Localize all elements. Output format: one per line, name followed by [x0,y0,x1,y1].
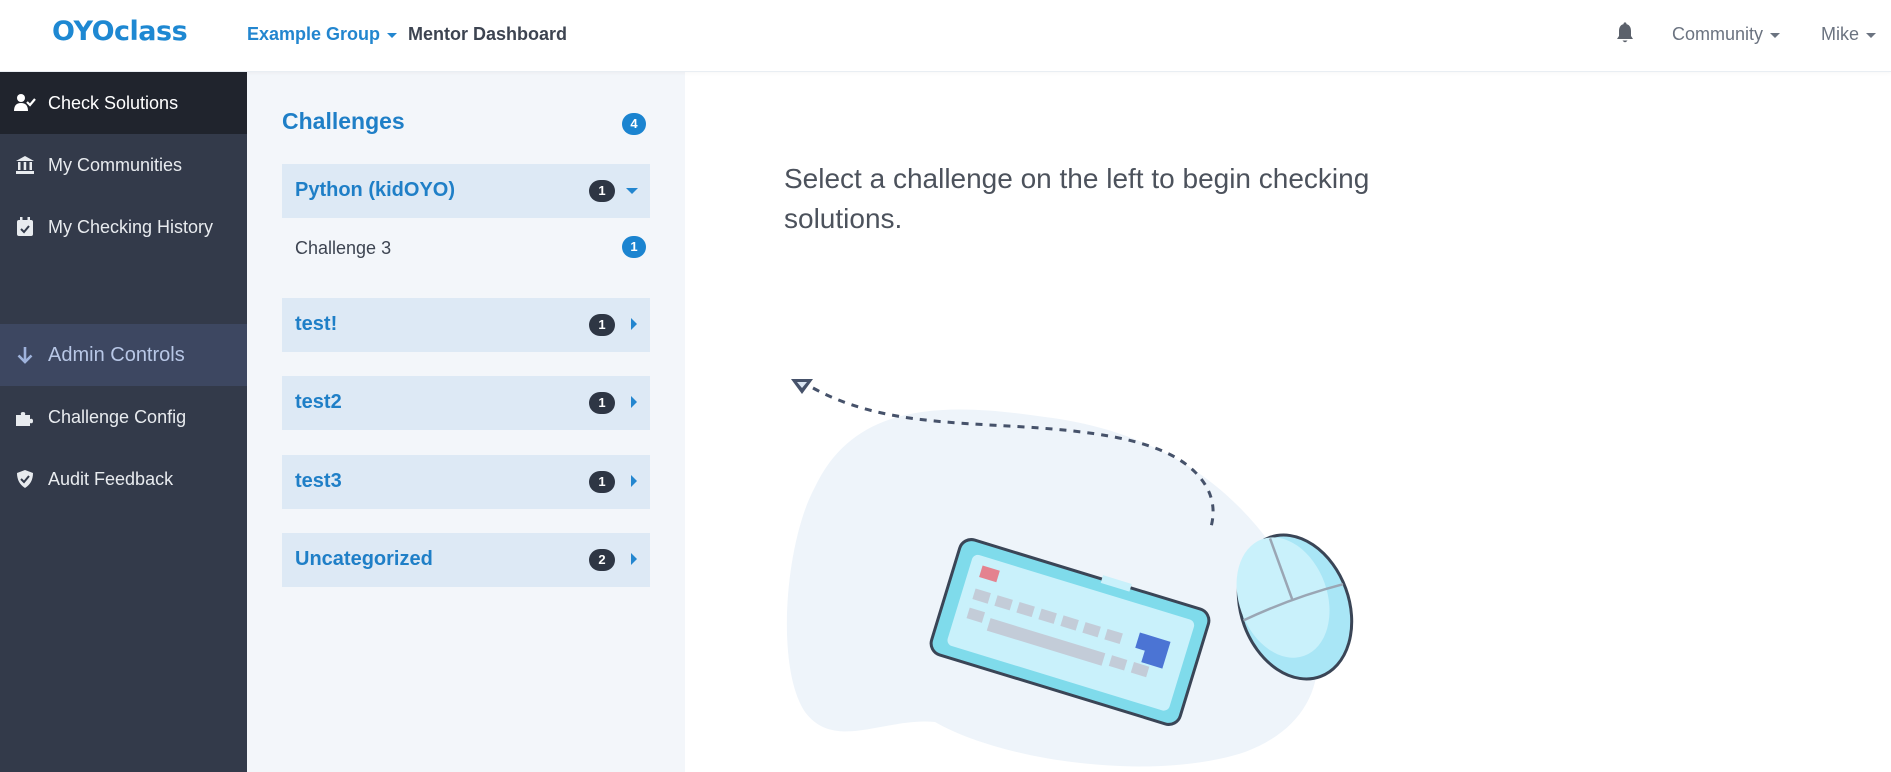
user-menu[interactable]: Mike [1821,24,1877,45]
category-label: test3 [295,470,342,492]
sidebar-item-my-communities[interactable]: My Communities [0,134,247,196]
caret-down-icon [387,32,398,38]
caret-right-icon [631,396,637,408]
institution-icon [14,154,36,176]
challenges-title: Challenges [282,108,405,134]
category-label: test2 [295,391,342,413]
group-selector[interactable]: Example Group [247,24,398,45]
sidebar-item-check-solutions[interactable]: Check Solutions [0,72,247,134]
community-dropdown[interactable]: Community [1672,24,1781,45]
community-dropdown-label: Community [1672,24,1764,44]
challenge-count-badge: 1 [622,236,646,258]
main-content: Select a challenge on the left to begin … [685,72,1891,772]
sidebar-item-label: My Communities [48,154,183,175]
user-check-icon [14,92,36,114]
challenge-item-label: Challenge 3 [295,238,392,258]
category-test3[interactable]: test3 1 [282,455,650,509]
top-navbar: OYOclass Example Group Mentor Dashboard … [0,0,1891,72]
sidebar-admin-controls[interactable]: Admin Controls [0,324,247,386]
caret-down-icon [1866,32,1877,38]
sidebar-item-label: Check Solutions [48,92,179,113]
caret-right-icon [631,475,637,487]
sidebar-item-label: My Checking History [48,216,214,237]
challenges-panel: Challenges 4 Python (kidOYO) 1 Challenge… [247,72,685,772]
sidebar-item-label: Audit Feedback [48,468,174,489]
sidebar-item-label: Challenge Config [48,406,187,427]
sidebar-admin-label: Admin Controls [48,343,185,366]
group-selector-label: Example Group [247,24,381,44]
category-label: Python (kidOYO) [295,179,455,201]
category-test-bang[interactable]: test! 1 [282,298,650,352]
category-count-badge: 2 [589,549,615,571]
category-uncategorized[interactable]: Uncategorized 2 [282,533,650,587]
sidebar-item-my-checking-history[interactable]: My Checking History [0,196,247,258]
challenge-item-challenge-3[interactable]: Challenge 3 1 [282,228,650,268]
category-count-badge: 1 [589,392,615,414]
category-count-badge: 1 [589,471,615,493]
calendar-check-icon [14,216,36,238]
category-python-kidoyo[interactable]: Python (kidOYO) 1 [282,164,650,218]
shield-check-icon [14,468,36,490]
challenges-count-badge: 4 [622,113,646,135]
sidebar-item-audit-feedback[interactable]: Audit Feedback [0,448,247,510]
puzzle-icon [14,406,36,428]
bell-icon[interactable] [1614,22,1636,46]
page-title: Mentor Dashboard [408,24,568,44]
category-label: test! [295,313,338,335]
caret-down-icon [626,188,638,194]
caret-right-icon [631,318,637,330]
user-menu-label: Mike [1821,24,1860,44]
category-label: Uncategorized [295,548,433,570]
category-count-badge: 1 [589,180,615,202]
sidebar: Check Solutions My Communities My Checki… [0,72,247,772]
caret-right-icon [631,553,637,565]
sidebar-item-challenge-config[interactable]: Challenge Config [0,386,247,448]
category-test2[interactable]: test2 1 [282,376,650,430]
category-count-badge: 1 [589,314,615,336]
oyoclass-logo[interactable]: OYOclass [52,16,188,47]
arrow-down-icon [14,344,36,366]
empty-state-message: Select a challenge on the left to begin … [784,163,1370,234]
keyboard-mouse-illustration [786,379,1354,767]
caret-down-icon [1770,32,1781,38]
